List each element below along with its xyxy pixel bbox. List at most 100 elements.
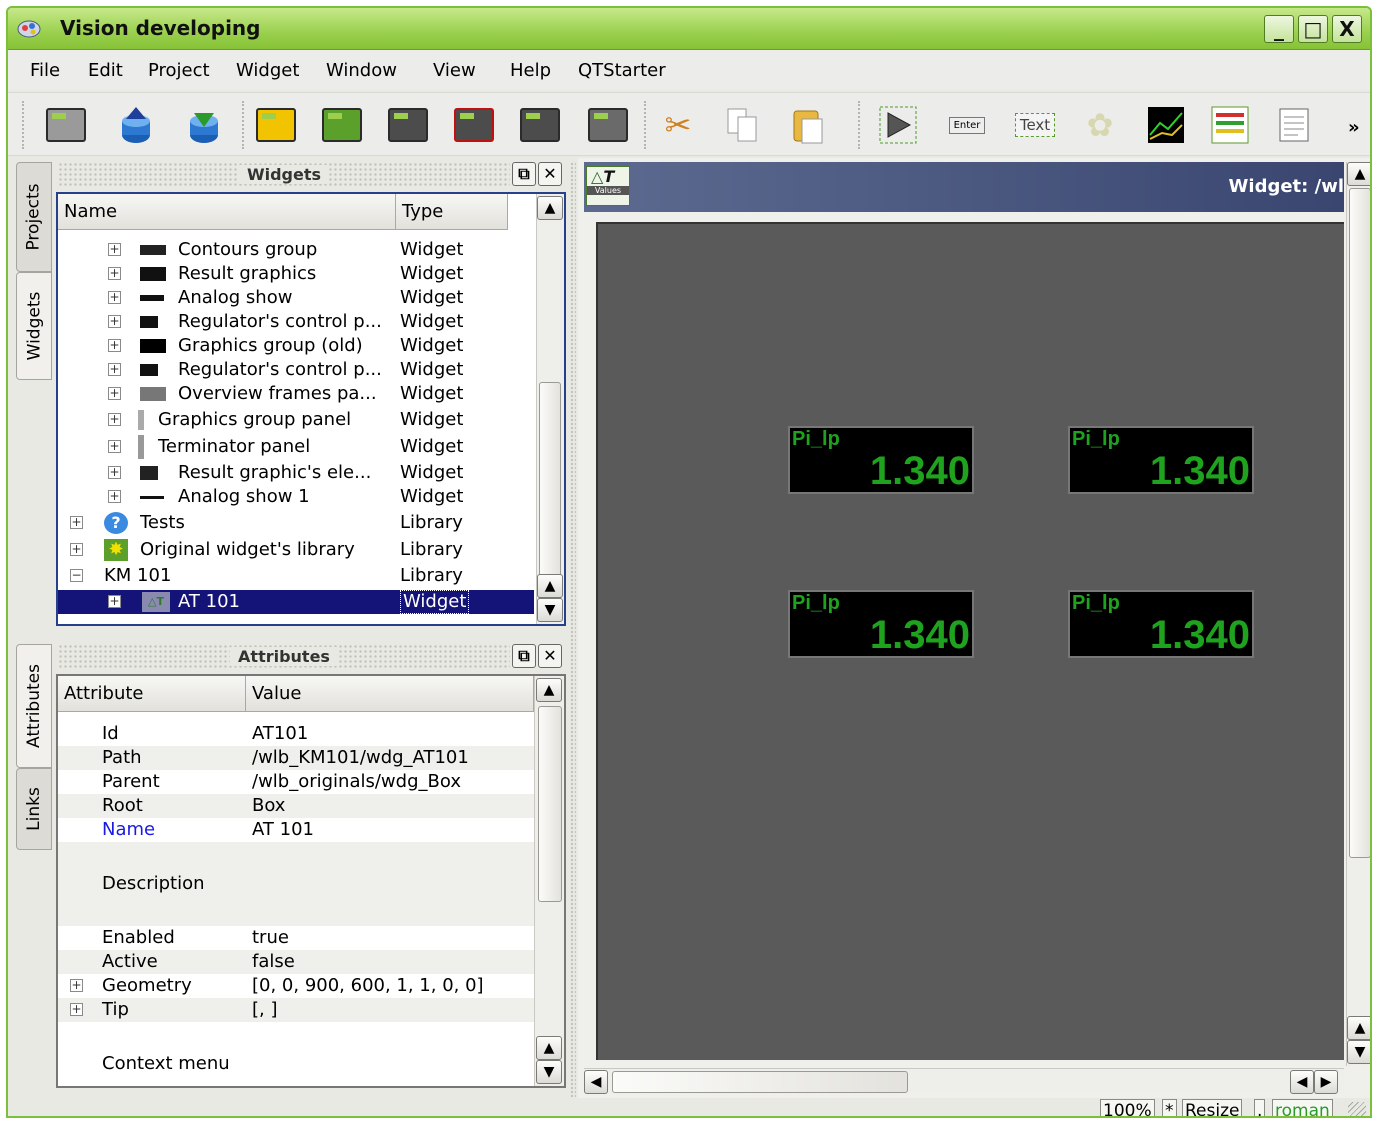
close-icon[interactable]: ✕: [538, 644, 562, 668]
attribute-value[interactable]: Box: [252, 794, 285, 818]
tree-item[interactable]: + Contours group Widget: [58, 238, 534, 262]
close-icon[interactable]: ✕: [538, 162, 562, 186]
copy-icon[interactable]: [720, 103, 764, 147]
tree-item[interactable]: + Analog show 1 Widget: [58, 485, 534, 509]
attribute-value[interactable]: false: [252, 950, 295, 974]
column-header-name[interactable]: Name: [58, 194, 396, 230]
attribute-row[interactable]: Id AT101: [58, 722, 534, 746]
expand-icon[interactable]: +: [108, 595, 121, 608]
scroll-right-button[interactable]: ▶: [1314, 1070, 1338, 1094]
toolbar-overflow-button[interactable]: »: [1348, 117, 1360, 138]
close-button[interactable]: X: [1332, 15, 1362, 43]
expand-icon[interactable]: +: [108, 243, 121, 256]
zoom-indicator[interactable]: 100%: [1100, 1099, 1155, 1116]
attribute-value[interactable]: true: [252, 926, 289, 950]
media-icon[interactable]: ✿: [1078, 103, 1122, 147]
delete-widget-icon[interactable]: [452, 103, 496, 147]
attribute-row[interactable]: Path/wlb_KM101/wdg_AT101: [58, 746, 534, 770]
scroll-up-button[interactable]: ▲: [1347, 1016, 1370, 1040]
tree-item[interactable]: + Analog show Widget: [58, 286, 534, 310]
tree-item[interactable]: + Regulator's control p... Widget: [58, 310, 534, 334]
float-icon[interactable]: ⧉: [512, 162, 536, 186]
scroll-thumb[interactable]: [612, 1071, 908, 1093]
text-icon[interactable]: Text: [1010, 103, 1060, 147]
tree-item[interactable]: − KM 101 Library: [58, 564, 534, 588]
scroll-left-button[interactable]: ◀: [584, 1070, 608, 1094]
expand-icon[interactable]: +: [108, 291, 121, 304]
paste-icon[interactable]: [786, 103, 830, 147]
scroll-thumb[interactable]: [1349, 188, 1370, 858]
document-icon[interactable]: [1272, 103, 1316, 147]
scroll-up-button[interactable]: ▲: [1347, 162, 1370, 186]
tab-widgets[interactable]: Widgets: [16, 272, 52, 380]
menu-file[interactable]: File: [30, 60, 60, 81]
widgets-dock-title[interactable]: Widgets: [58, 162, 510, 188]
edit-mode-indicator[interactable]: Resize: [1182, 1099, 1243, 1116]
vertical-scrollbar[interactable]: ▲ ▲ ▼: [534, 676, 564, 1086]
maximize-button[interactable]: □: [1298, 15, 1328, 43]
protocol-icon[interactable]: [1208, 103, 1252, 147]
attributes-dock-title[interactable]: Attributes: [58, 644, 510, 670]
expand-icon[interactable]: +: [108, 466, 121, 479]
tree-item[interactable]: + Graphics group (old) Widget: [58, 334, 534, 358]
menu-qtstarter[interactable]: QTStarter: [578, 60, 666, 81]
elfigure-icon[interactable]: [876, 103, 920, 147]
db-save-icon[interactable]: [114, 103, 158, 147]
tree-item[interactable]: + ✸ Original widget's library Library: [58, 538, 534, 562]
new-library-icon[interactable]: [254, 103, 298, 147]
tab-links[interactable]: Links: [16, 768, 52, 850]
db-load-icon[interactable]: [44, 103, 88, 147]
attribute-value[interactable]: AT101: [252, 722, 308, 746]
widgets-tree[interactable]: Name Type ▲ ▲ ▼ + Contours group Widget + Re…: [56, 192, 566, 626]
widget-properties-icon[interactable]: [518, 103, 562, 147]
title-bar[interactable]: Vision developing _ □ X: [8, 8, 1370, 50]
expand-icon[interactable]: +: [70, 516, 83, 529]
column-header-value[interactable]: Value: [246, 676, 534, 712]
formel-icon[interactable]: Enter: [942, 103, 992, 147]
attribute-row[interactable]: + Geometry [0, 0, 900, 600, 1, 1, 0, 0]: [58, 974, 534, 998]
tab-attributes[interactable]: Attributes: [16, 644, 52, 768]
attribute-value[interactable]: [, ]: [252, 998, 278, 1022]
attribute-row[interactable]: Active false: [58, 950, 534, 974]
attribute-row[interactable]: Parent/wlb_originals/wdg_Box: [58, 770, 534, 794]
expand-icon[interactable]: +: [70, 543, 83, 556]
work-horizontal-scrollbar[interactable]: ◀ ◀ ▶: [584, 1068, 1344, 1094]
attribute-row[interactable]: Context menu: [58, 1022, 534, 1086]
expand-icon[interactable]: +: [108, 490, 121, 503]
collapse-icon[interactable]: −: [70, 569, 83, 582]
menu-view[interactable]: View: [433, 60, 476, 81]
menu-project[interactable]: Project: [148, 60, 210, 81]
db-load-down-icon[interactable]: [182, 103, 226, 147]
expand-icon[interactable]: +: [70, 979, 83, 992]
tree-item[interactable]: +? Tests Library: [58, 511, 534, 535]
scroll-down-button[interactable]: ▼: [1347, 1040, 1370, 1064]
scroll-up-button[interactable]: ▲: [537, 196, 563, 220]
attribute-row[interactable]: Root Box: [58, 794, 534, 818]
menu-widget[interactable]: Widget: [236, 60, 299, 81]
tree-item[interactable]: + Result graphic's ele... Widget: [58, 461, 534, 485]
menu-help[interactable]: Help: [510, 60, 551, 81]
expand-icon[interactable]: +: [108, 440, 121, 453]
attribute-row[interactable]: Enabled true: [58, 926, 534, 950]
work-vertical-scrollbar[interactable]: ▲ ▲ ▼: [1346, 162, 1370, 1066]
attribute-value[interactable]: AT 101: [252, 818, 314, 842]
new-widget-icon[interactable]: [320, 103, 364, 147]
widget-canvas[interactable]: Pi_lp 1.340 Pi_lp 1.340 Pi_lp 1.340 Pi_l…: [596, 222, 1344, 1060]
attribute-row[interactable]: + Tip [, ]: [58, 998, 534, 1022]
attribute-value[interactable]: /wlb_originals/wdg_Box: [252, 770, 461, 794]
expand-icon[interactable]: +: [108, 387, 121, 400]
float-icon[interactable]: ⧉: [512, 644, 536, 668]
scroll-up-button[interactable]: ▲: [537, 574, 563, 598]
vertical-scrollbar[interactable]: ▲ ▲ ▼: [536, 194, 564, 624]
attribute-row[interactable]: Description: [58, 842, 534, 926]
gauge-display[interactable]: Pi_lp 1.340: [788, 426, 974, 494]
gauge-display[interactable]: Pi_lp 1.340: [1068, 590, 1254, 658]
expand-icon[interactable]: +: [70, 1003, 83, 1016]
attribute-value[interactable]: [0, 0, 900, 600, 1, 1, 0, 0]: [252, 974, 484, 998]
tab-projects[interactable]: Projects: [16, 162, 52, 272]
tree-item-selected[interactable]: + △T AT 101 Widget: [58, 590, 534, 614]
scroll-up-button[interactable]: ▲: [536, 1036, 562, 1060]
menu-window[interactable]: Window: [326, 60, 397, 81]
attributes-table[interactable]: Attribute Value ▲ ▲ ▼ Id AT101 Path/wlb_KM…: [56, 674, 566, 1088]
subwindow-titlebar[interactable]: △T Values Widget: /wl: [584, 162, 1344, 212]
